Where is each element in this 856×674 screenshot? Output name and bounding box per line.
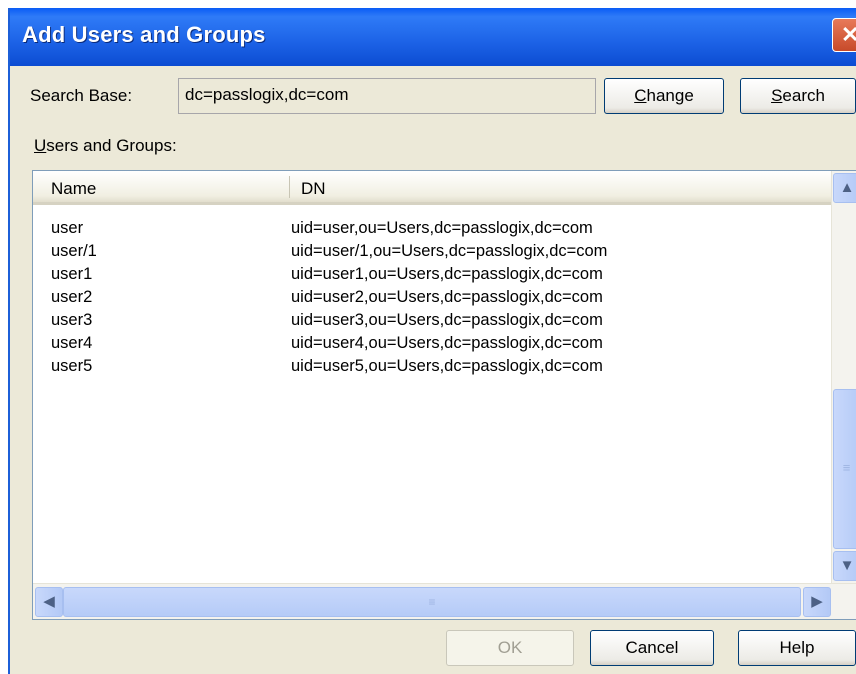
table-row[interactable]: user/1 uid=user/1,ou=Users,dc=passlogix,… bbox=[33, 242, 831, 266]
users-groups-list[interactable]: Name DN user uid=user,ou=Users,dc=passlo… bbox=[32, 170, 856, 620]
dialog-title: Add Users and Groups bbox=[22, 22, 266, 47]
title-bar[interactable]: Add Users and Groups ✕ bbox=[10, 8, 856, 66]
horizontal-scrollbar[interactable]: ◀ ≡ ▶ bbox=[33, 583, 856, 619]
column-header-name[interactable]: Name bbox=[51, 179, 96, 199]
cell-name: user5 bbox=[51, 357, 93, 375]
cell-name: user3 bbox=[51, 311, 93, 329]
scroll-up-button[interactable]: ▲ bbox=[833, 173, 856, 203]
list-header: Name DN bbox=[33, 171, 831, 205]
vertical-scroll-thumb[interactable]: ≡ bbox=[833, 389, 856, 549]
users-and-groups-label: Users and Groups: bbox=[34, 136, 177, 155]
left-arrow-icon: ◀ bbox=[43, 593, 55, 610]
table-row[interactable]: user2 uid=user2,ou=Users,dc=passlogix,dc… bbox=[33, 288, 831, 312]
scroll-right-button[interactable]: ▶ bbox=[803, 587, 831, 617]
scroll-left-button[interactable]: ◀ bbox=[35, 587, 63, 617]
cell-dn: uid=user/1,ou=Users,dc=passlogix,dc=com bbox=[291, 242, 608, 260]
table-row[interactable]: user3 uid=user3,ou=Users,dc=passlogix,dc… bbox=[33, 311, 831, 335]
cell-dn: uid=user1,ou=Users,dc=passlogix,dc=com bbox=[291, 265, 603, 283]
vertical-scrollbar[interactable]: ▲ ≡ ▼ bbox=[831, 171, 856, 583]
down-arrow-icon: ▼ bbox=[839, 557, 855, 574]
search-button[interactable]: Search bbox=[740, 78, 856, 114]
cancel-button[interactable]: Cancel bbox=[590, 630, 714, 666]
cell-name: user bbox=[51, 219, 84, 237]
help-button[interactable]: Help bbox=[738, 630, 856, 666]
cell-name: user4 bbox=[51, 334, 93, 352]
right-arrow-icon: ▶ bbox=[811, 593, 823, 610]
cell-dn: uid=user4,ou=Users,dc=passlogix,dc=com bbox=[291, 334, 603, 352]
grip-icon: ≡ bbox=[842, 460, 851, 475]
table-row[interactable]: user5 uid=user5,ou=Users,dc=passlogix,dc… bbox=[33, 357, 831, 381]
change-button[interactable]: Change bbox=[604, 78, 724, 114]
search-base-label: Search Base: bbox=[30, 86, 133, 105]
table-row[interactable]: user uid=user,ou=Users,dc=passlogix,dc=c… bbox=[33, 219, 831, 243]
cell-dn: uid=user,ou=Users,dc=passlogix,dc=com bbox=[291, 219, 593, 237]
up-arrow-icon: ▲ bbox=[839, 179, 855, 196]
add-users-and-groups-dialog: Add Users and Groups ✕ Search Base: dc=p… bbox=[8, 8, 856, 674]
cell-name: user/1 bbox=[51, 242, 97, 260]
column-separator[interactable] bbox=[289, 176, 290, 198]
cell-name: user1 bbox=[51, 265, 93, 283]
table-row[interactable]: user1 uid=user1,ou=Users,dc=passlogix,dc… bbox=[33, 265, 831, 289]
horizontal-scroll-thumb[interactable]: ≡ bbox=[63, 587, 801, 617]
cell-dn: uid=user5,ou=Users,dc=passlogix,dc=com bbox=[291, 357, 603, 375]
search-base-field: dc=passlogix,dc=com bbox=[178, 78, 596, 114]
column-header-dn[interactable]: DN bbox=[301, 179, 326, 199]
scroll-down-button[interactable]: ▼ bbox=[833, 551, 856, 581]
cell-name: user2 bbox=[51, 288, 93, 306]
ok-button[interactable]: OK bbox=[446, 630, 574, 666]
cell-dn: uid=user3,ou=Users,dc=passlogix,dc=com bbox=[291, 311, 603, 329]
grip-icon: ≡ bbox=[428, 595, 436, 609]
close-button[interactable]: ✕ bbox=[832, 18, 856, 52]
table-row[interactable]: user4 uid=user4,ou=Users,dc=passlogix,dc… bbox=[33, 334, 831, 358]
cell-dn: uid=user2,ou=Users,dc=passlogix,dc=com bbox=[291, 288, 603, 306]
close-icon: ✕ bbox=[841, 22, 856, 47]
